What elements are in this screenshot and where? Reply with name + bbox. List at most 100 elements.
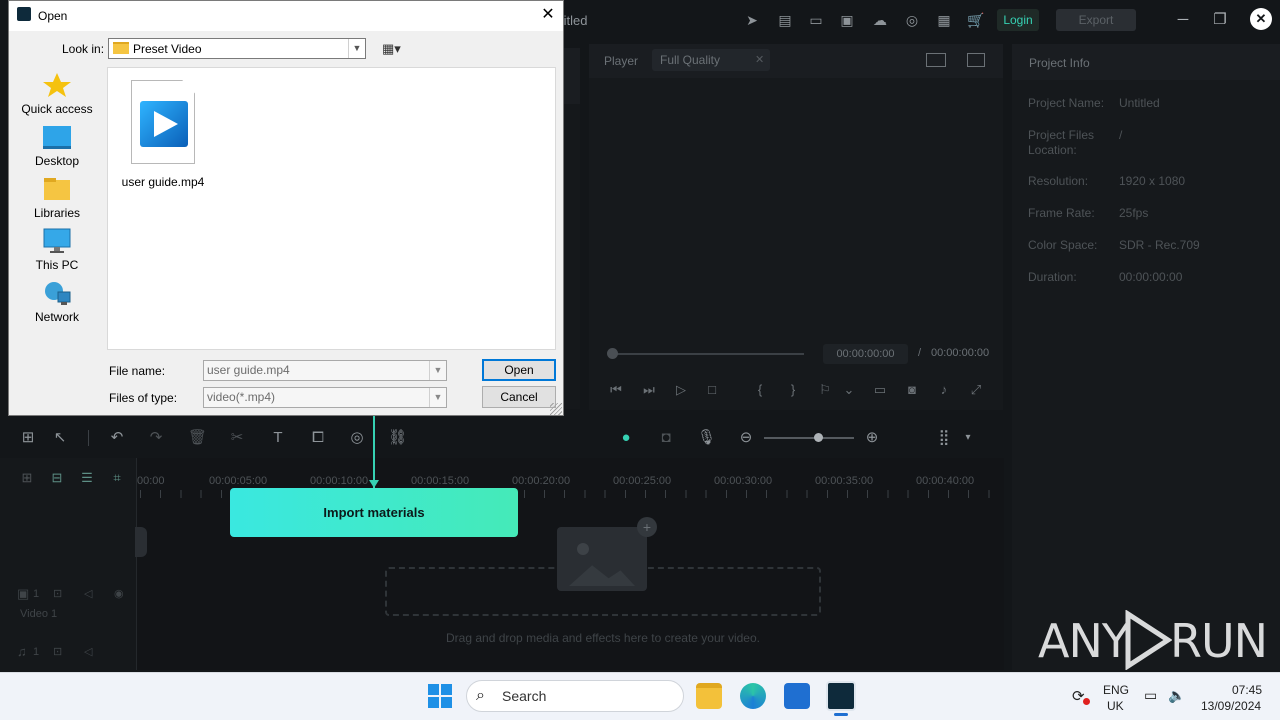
- language-top[interactable]: ENG: [1103, 683, 1129, 697]
- zoom-slider-knob[interactable]: [814, 433, 823, 442]
- file-type-label: Files of type:: [109, 391, 178, 405]
- send-icon[interactable]: ➤: [743, 11, 761, 29]
- audio-track-icon: ♫: [17, 644, 27, 659]
- timeline-collapse-handle[interactable]: [135, 527, 147, 557]
- redo-icon[interactable]: ↷: [147, 429, 165, 447]
- layout-grid-icon[interactable]: ⊞: [19, 429, 37, 447]
- mark-out-icon[interactable]: }: [784, 382, 802, 398]
- store-icon[interactable]: [784, 683, 810, 709]
- file-type-select[interactable]: video(*.mp4): [203, 387, 447, 408]
- place-desktop[interactable]: Desktop: [18, 124, 96, 168]
- language-bottom[interactable]: UK: [1107, 699, 1124, 713]
- login-button[interactable]: Login: [997, 9, 1039, 31]
- crop-icon[interactable]: ⧠: [309, 429, 327, 447]
- zoom-out-icon[interactable]: ⊖: [737, 429, 755, 447]
- ai-mate-icon[interactable]: ●: [617, 429, 635, 447]
- marker-icon[interactable]: ⚐: [816, 382, 834, 398]
- chevron-down-icon[interactable]: ▼: [348, 39, 365, 58]
- chevron-down-icon[interactable]: ▼: [429, 361, 446, 380]
- record-camera-icon[interactable]: ◘: [657, 429, 675, 447]
- ai-effect-icon[interactable]: ◎: [348, 429, 366, 447]
- cloud-icon[interactable]: ☁: [871, 11, 889, 29]
- filmora-app-icon[interactable]: [826, 681, 856, 711]
- place-this-pc[interactable]: This PC: [18, 228, 96, 272]
- start-button[interactable]: [428, 684, 452, 708]
- headset-icon[interactable]: ◎: [903, 11, 921, 29]
- microphone-icon[interactable]: 🎙: [697, 429, 716, 447]
- add-track-icon[interactable]: ⊞: [19, 470, 35, 486]
- track-options-icon[interactable]: ⣿: [935, 429, 953, 447]
- file-name-input[interactable]: user guide.mp4: [203, 360, 447, 381]
- quality-clear-icon[interactable]: ✕: [755, 53, 764, 66]
- layout-icon[interactable]: ▭: [807, 11, 825, 29]
- audio-lock-icon[interactable]: ⊡: [53, 645, 62, 658]
- import-materials-tooltip[interactable]: Import materials: [230, 488, 518, 537]
- video-visibility-icon[interactable]: ◉: [114, 587, 124, 600]
- zoom-slider-track[interactable]: [764, 437, 854, 439]
- playhead[interactable]: [373, 415, 375, 488]
- dialog-titlebar[interactable]: [9, 1, 563, 31]
- video-track-icon: ▣: [17, 586, 30, 601]
- cancel-button[interactable]: Cancel: [482, 386, 556, 408]
- alert-dot: [1083, 698, 1090, 705]
- edge-browser-icon[interactable]: [740, 683, 766, 709]
- cut-icon[interactable]: ✂: [228, 429, 246, 447]
- play-icon[interactable]: ▷: [672, 382, 690, 398]
- link-track-icon[interactable]: ⊟: [49, 470, 65, 486]
- snap-icon[interactable]: ⌗: [109, 470, 125, 486]
- track-manager-icon[interactable]: ☰: [79, 470, 95, 486]
- clock-date[interactable]: 13/09/2024: [1201, 699, 1261, 713]
- dialog-close-icon[interactable]: ✕: [539, 5, 557, 25]
- add-media-icon[interactable]: +: [637, 517, 657, 537]
- file-name-label: File name:: [109, 364, 166, 378]
- network-icon[interactable]: ▭: [1144, 687, 1157, 704]
- audio-mute-icon[interactable]: ◁: [84, 645, 92, 658]
- next-frame-icon[interactable]: ⏭: [640, 382, 658, 398]
- stop-icon[interactable]: □: [703, 382, 721, 398]
- place-network[interactable]: Network: [18, 280, 96, 324]
- place-libraries[interactable]: Libraries: [18, 176, 96, 220]
- info-key-location: Project Files Location:: [1028, 128, 1095, 157]
- mark-in-icon[interactable]: {: [751, 382, 769, 398]
- taskbar-search[interactable]: [466, 680, 684, 712]
- info-key-colorspace: Color Space:: [1028, 238, 1098, 252]
- delete-icon[interactable]: 🗑: [188, 429, 207, 447]
- fullscreen-icon[interactable]: ⤢: [967, 382, 985, 398]
- prev-frame-icon[interactable]: ⏮: [607, 382, 625, 398]
- grid-icon[interactable]: ▦: [935, 11, 953, 29]
- text-icon[interactable]: T: [269, 429, 287, 447]
- volume-icon[interactable]: ♪: [935, 382, 953, 398]
- save-icon[interactable]: ▣: [838, 11, 856, 29]
- export-button[interactable]: Export: [1056, 9, 1136, 31]
- link-icon[interactable]: ⛓: [388, 429, 407, 447]
- open-button[interactable]: Open: [482, 359, 556, 381]
- video-lock-icon[interactable]: ⊡: [53, 587, 62, 600]
- player-scrub-track[interactable]: [612, 353, 804, 355]
- undo-icon[interactable]: ↶: [108, 429, 126, 447]
- media-panel-edge: [562, 48, 580, 104]
- close-app-icon[interactable]: ✕: [1250, 8, 1272, 30]
- chevron-down-icon[interactable]: ▼: [429, 388, 446, 407]
- speaker-icon[interactable]: 🔈: [1168, 687, 1185, 704]
- marker-dropdown-icon[interactable]: ⌄: [840, 382, 858, 398]
- track-options-dropdown-icon[interactable]: ▾: [959, 429, 977, 447]
- minimize-icon[interactable]: ─: [1173, 10, 1193, 30]
- camera-icon[interactable]: ◙: [903, 382, 921, 398]
- media-panel-body: [562, 104, 580, 409]
- grid-view-icon[interactable]: [926, 53, 946, 67]
- select-tool-icon[interactable]: ↖: [51, 429, 69, 447]
- zoom-in-icon[interactable]: ⊕: [863, 429, 881, 447]
- stats-icon[interactable]: ▤: [776, 11, 794, 29]
- place-quick-access[interactable]: Quick access: [18, 72, 96, 116]
- video-mute-icon[interactable]: ◁: [84, 587, 92, 600]
- cart-icon[interactable]: 🛒: [967, 11, 985, 29]
- player-scrub-handle[interactable]: [607, 348, 618, 359]
- resize-grip-icon[interactable]: [550, 403, 562, 415]
- file-explorer-icon[interactable]: [696, 683, 722, 709]
- view-menu-icon[interactable]: ▦▾: [382, 40, 410, 58]
- quality-select[interactable]: Full Quality: [652, 49, 770, 71]
- clock-time[interactable]: 07:45: [1232, 683, 1262, 697]
- restore-icon[interactable]: ❐: [1210, 10, 1230, 30]
- display-icon[interactable]: ▭: [871, 382, 889, 398]
- snapshot-image-icon[interactable]: [967, 53, 985, 67]
